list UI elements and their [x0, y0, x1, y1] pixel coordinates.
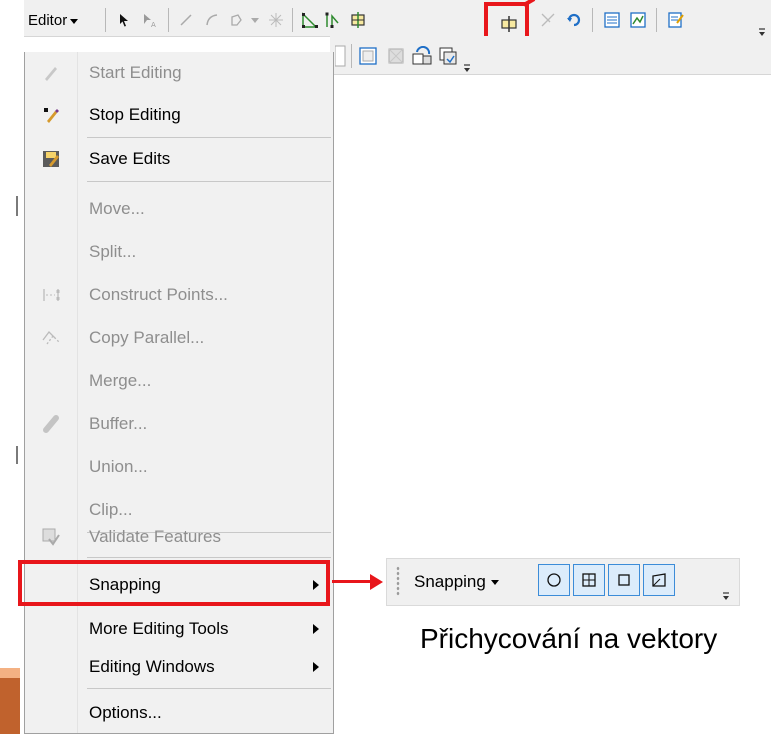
menu-item-merge[interactable]: Merge...: [25, 362, 333, 400]
menu-item-options[interactable]: Options...: [25, 694, 333, 732]
buffer-icon: [25, 405, 77, 443]
snapping-highlight: [18, 560, 330, 606]
menu-item-label: Editing Windows: [89, 657, 215, 676]
menu-item-label: Move...: [89, 199, 145, 218]
menu-item-save-edits[interactable]: Save Edits: [25, 140, 333, 178]
pencil-icon: [25, 54, 77, 92]
chevron-down-icon: [490, 579, 499, 585]
editor-menu: Start Editing Stop Editing Save Edits Mo…: [24, 52, 334, 734]
caption: Přichycování na vektory: [420, 623, 718, 654]
edit-tool-icon[interactable]: [112, 8, 136, 32]
sketch-properties-icon[interactable]: [626, 8, 650, 32]
submenu-arrow-icon: [313, 624, 319, 634]
straight-segment-icon[interactable]: [174, 8, 198, 32]
menu-item-label: Save Edits: [89, 149, 171, 168]
trace-icon[interactable]: [226, 8, 250, 32]
menu-item-label: Start Editing: [89, 63, 182, 82]
left-divider: [16, 196, 18, 216]
rotate-icon[interactable]: [562, 8, 586, 32]
end-snapping-icon[interactable]: [573, 564, 605, 596]
error-inspector-icon[interactable]: [384, 44, 408, 68]
rotate-tool-icon[interactable]: [536, 8, 560, 32]
menu-item-union[interactable]: Union...: [25, 448, 333, 486]
edge-snapping-icon[interactable]: [643, 564, 675, 596]
topology-icon[interactable]: [356, 44, 380, 68]
menu-item-stop-editing[interactable]: Stop Editing: [25, 96, 333, 134]
menu-item-label: Clip...: [89, 500, 133, 519]
editor-menu-label: Editor: [28, 12, 68, 29]
menu-item-label: Union...: [89, 457, 148, 476]
menu-item-label: More Editing Tools: [89, 619, 229, 638]
left-edge: [0, 0, 12, 734]
toolbar-separator: [656, 8, 657, 32]
editor-menu-button[interactable]: Editor: [28, 9, 79, 33]
snapping-label: Snapping: [414, 572, 486, 591]
save-edits-icon: [25, 140, 77, 178]
menu-item-construct-points[interactable]: Construct Points...: [25, 276, 333, 314]
dropdown-icon[interactable]: [334, 44, 348, 68]
reshape-feature-icon[interactable]: [322, 8, 346, 32]
fix-tool-icon[interactable]: [410, 44, 434, 68]
toolbar-overflow-icon[interactable]: [463, 58, 471, 72]
create-features-icon[interactable]: [664, 8, 688, 32]
attributes-icon[interactable]: [600, 8, 624, 32]
point-snapping-icon[interactable]: [538, 564, 570, 596]
menu-separator: [87, 557, 331, 558]
menu-separator: [87, 137, 331, 138]
construct-points-icon: [25, 276, 77, 314]
toolbar-separator: [105, 8, 106, 32]
menu-item-split[interactable]: Split...: [25, 233, 333, 271]
menu-item-move[interactable]: Move...: [25, 190, 333, 228]
split-tool-icon[interactable]: [497, 12, 521, 36]
menu-item-label: Buffer...: [89, 414, 148, 433]
arrow-head-icon: [370, 574, 383, 590]
chevron-down-icon[interactable]: [250, 8, 260, 32]
chevron-down-icon: [70, 18, 79, 24]
toolbar-separator: [351, 44, 352, 68]
menu-item-label: Options...: [89, 703, 162, 722]
cut-polygons-icon[interactable]: [346, 8, 370, 32]
menu-item-editing-windows[interactable]: Editing Windows: [25, 648, 333, 686]
menu-separator: [87, 181, 331, 182]
toolbar-separator: [292, 8, 293, 32]
toolbar-overflow-icon[interactable]: [758, 22, 766, 36]
stop-pencil-icon: [25, 96, 77, 134]
svg-text:A: A: [151, 21, 156, 28]
menu-item-label: Stop Editing: [89, 105, 181, 124]
slide-decoration: [0, 668, 20, 678]
menu-item-more-editing-tools[interactable]: More Editing Tools: [25, 610, 333, 648]
menu-item-buffer[interactable]: Buffer...: [25, 405, 333, 443]
end-point-arc-icon[interactable]: [200, 8, 224, 32]
validate-icon: [25, 518, 77, 556]
menu-item-label: Validate Features: [89, 527, 221, 546]
menu-item-start-editing[interactable]: Start Editing: [25, 54, 333, 92]
edit-vertices-icon[interactable]: [298, 8, 322, 32]
copy-parallel-icon: [25, 319, 77, 357]
snapping-dropdown[interactable]: Snapping: [414, 568, 499, 596]
point-icon[interactable]: [264, 8, 288, 32]
toolbar-separator: [592, 8, 593, 32]
menu-item-validate-features[interactable]: Validate Features: [25, 518, 333, 556]
vertex-snapping-icon[interactable]: [608, 564, 640, 596]
toolbar-overflow-icon[interactable]: [722, 586, 730, 600]
submenu-arrow-icon: [313, 662, 319, 672]
toolbar-separator: [168, 8, 169, 32]
menu-item-copy-parallel[interactable]: Copy Parallel...: [25, 319, 333, 357]
save-layers-icon[interactable]: [436, 44, 460, 68]
menu-item-label: Copy Parallel...: [89, 328, 205, 347]
menu-item-label: Merge...: [89, 371, 152, 390]
menu-separator: [87, 688, 331, 689]
menu-item-label: Split...: [89, 242, 137, 261]
annotation-arrow: [332, 580, 372, 583]
toolbar-grip-icon[interactable]: [396, 566, 400, 596]
left-divider: [16, 446, 18, 464]
menu-item-label: Construct Points...: [89, 285, 228, 304]
edit-annotation-icon[interactable]: A: [138, 8, 162, 32]
editor-toolbar: [24, 0, 771, 37]
